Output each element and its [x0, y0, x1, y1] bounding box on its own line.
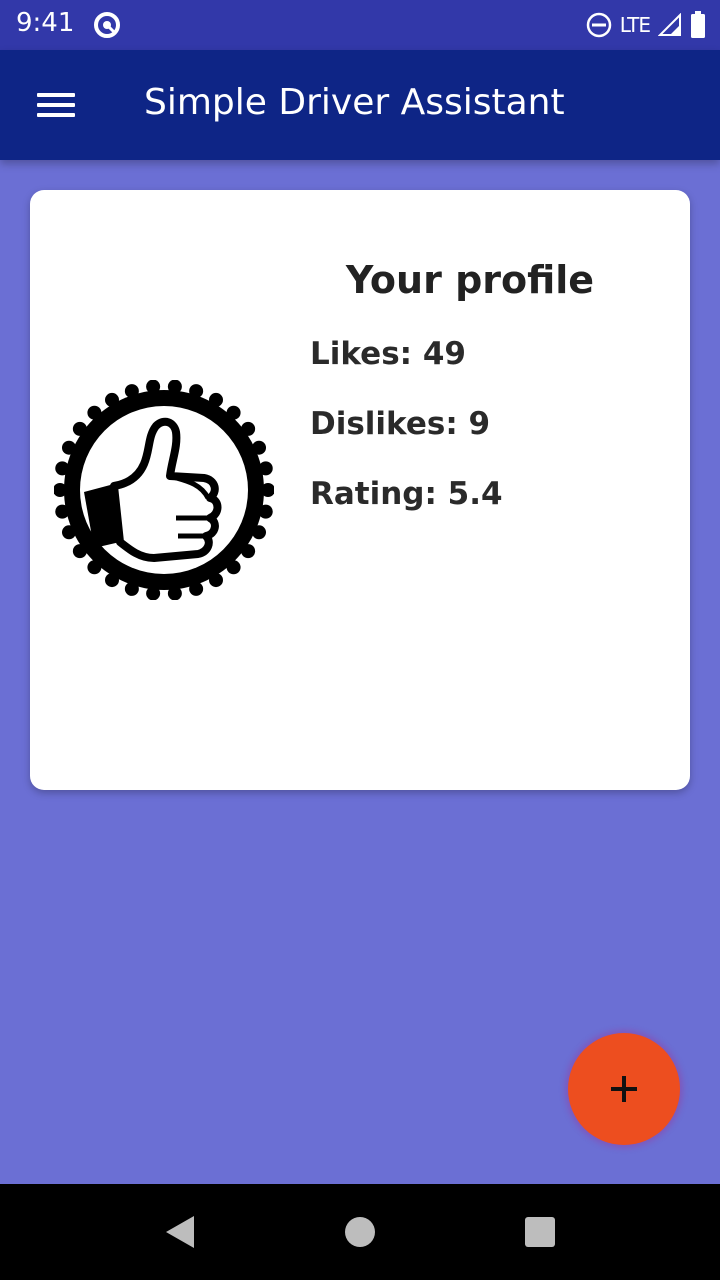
- signal-icon: [658, 13, 681, 36]
- plus-icon: [611, 1076, 637, 1102]
- battery-icon: [691, 11, 705, 38]
- status-icons: LTE: [586, 10, 706, 40]
- thumbs-up-badge-icon: [54, 380, 274, 600]
- app-title: Simple Driver Assistant: [144, 82, 565, 123]
- recent-apps-icon[interactable]: [512, 1204, 568, 1260]
- network-type: LTE: [619, 13, 651, 37]
- profile-title: Your profile: [345, 258, 595, 302]
- do-not-disturb-icon: [586, 12, 611, 38]
- hamburger-menu-icon[interactable]: [28, 80, 84, 130]
- dislikes-stat: Dislikes: 9: [310, 406, 491, 442]
- profile-card: Your profile Likes: 49 Dislikes: 9 Ratin…: [30, 190, 690, 790]
- home-icon[interactable]: [332, 1204, 388, 1260]
- status-bar: 9:41 LTE: [0, 0, 720, 50]
- app-bar: Simple Driver Assistant: [0, 50, 720, 160]
- rating-stat: Rating: 5.4: [310, 476, 503, 512]
- add-button[interactable]: [568, 1033, 680, 1145]
- status-time: 9:41: [16, 8, 75, 38]
- system-nav-bar: [0, 1184, 720, 1280]
- likes-stat: Likes: 49: [310, 336, 466, 372]
- back-icon[interactable]: [152, 1204, 208, 1260]
- sync-icon: [94, 12, 120, 38]
